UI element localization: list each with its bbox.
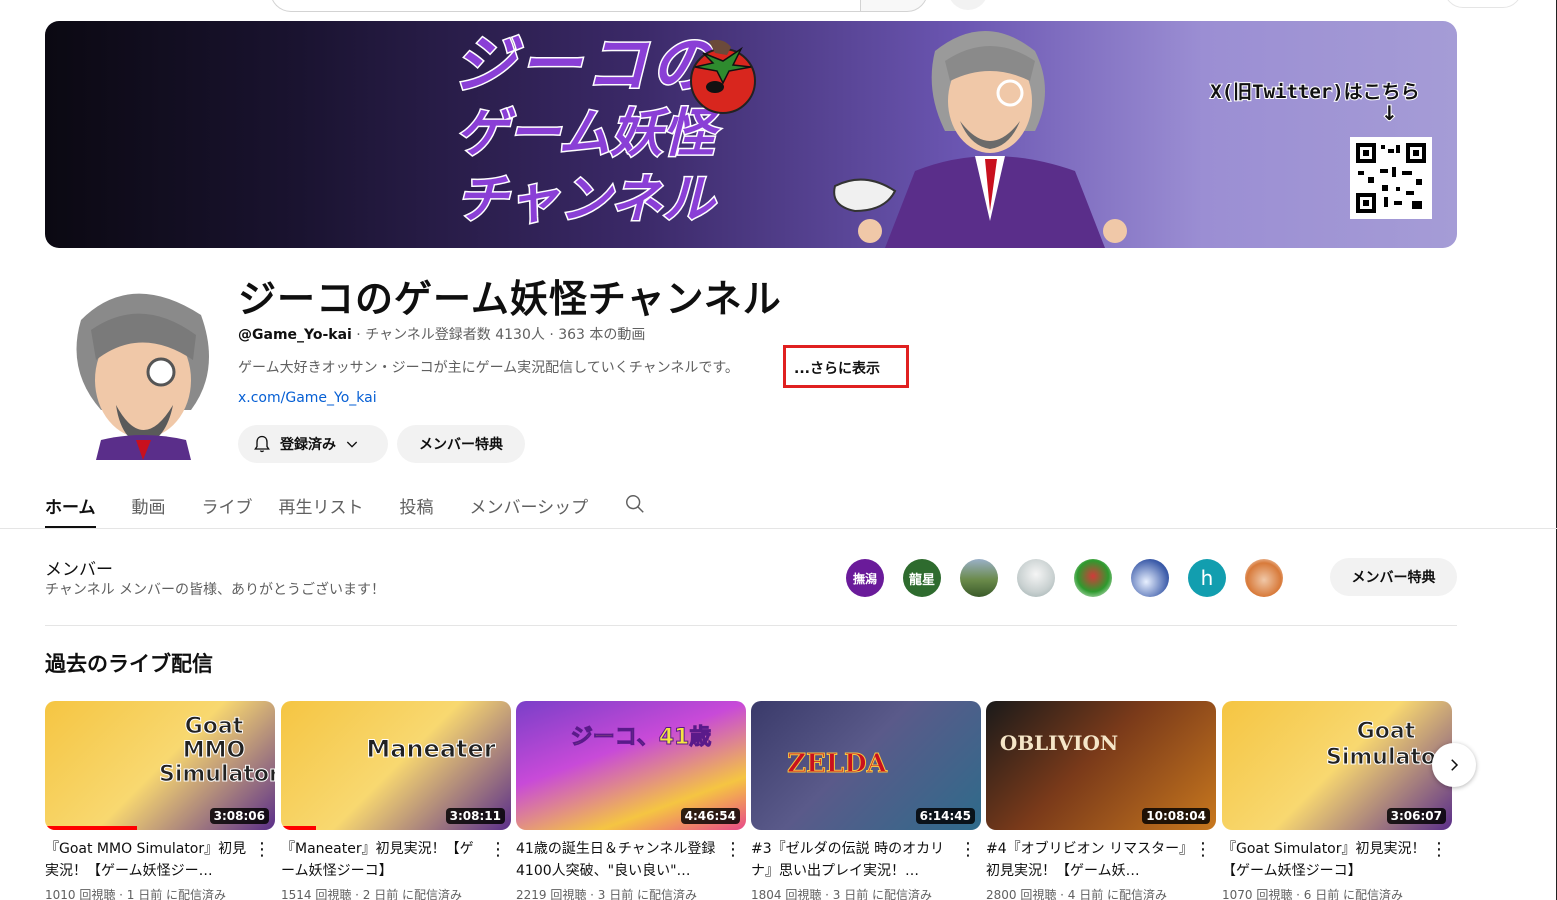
video-thumbnail[interactable]: Maneater 3:08:11 [281, 701, 511, 830]
subscribed-button[interactable]: 登録済み [238, 425, 388, 463]
more-options-icon[interactable]: ⋮ [1194, 839, 1212, 860]
thumbnail-text: ZELDA [787, 749, 888, 780]
members-subtitle: チャンネル メンバーの皆様、ありがとうございます！ [45, 582, 386, 598]
video-meta: 2219 回視聴 · 3 日前 に配信済み [516, 888, 698, 900]
thumbnail-text: Maneater [366, 735, 496, 764]
video-thumbnail[interactable]: Goat MMO Simulator 3:08:06 [45, 701, 275, 830]
video-meta: 1804 回視聴 · 3 日前 に配信済み [751, 888, 933, 900]
chevron-right-icon [1451, 759, 1459, 771]
shelf-next-button[interactable] [1432, 743, 1476, 787]
video-duration: 3:06:07 [1386, 808, 1446, 824]
search-input[interactable] [270, 0, 860, 12]
members-title: メンバー [45, 560, 113, 580]
video-duration: 6:14:45 [915, 808, 975, 824]
member-avatar[interactable] [1131, 559, 1169, 597]
member-avatar[interactable] [1017, 559, 1055, 597]
video-card[interactable]: ジーコ、41歳 4:46:54 41歳の誕生日＆チャンネル登録4100人突破、"… [516, 701, 746, 900]
members-perks-button[interactable]: メンバー特典 [1330, 558, 1457, 596]
video-title[interactable]: #4『オブリビオン リマスター』初見実況！【ゲーム妖… [986, 838, 1191, 882]
video-title[interactable]: 『Goat MMO Simulator』初見実況！【ゲーム妖怪ジー… [45, 838, 250, 882]
channel-name: ジーコのゲーム妖怪チャンネル [238, 277, 782, 321]
more-options-icon[interactable]: ⋮ [959, 839, 977, 860]
banner-title-line3: チャンネル [454, 169, 715, 232]
tab-live[interactable]: ライブ [202, 485, 253, 529]
video-card[interactable]: Goat MMO Simulator 3:08:06 『Goat MMO Sim… [45, 701, 275, 900]
member-avatars: 撫潟 龍星 h [846, 559, 1302, 597]
banner-twitter-note: X(旧Twitter)はこちら [1209, 80, 1420, 104]
video-title[interactable]: #3『ゼルダの伝説 時のオカリナ』思い出プレイ実況！… [751, 838, 956, 882]
chevron-down-icon [346, 441, 358, 448]
video-meta: 1514 回視聴 · 2 日前 に配信済み [281, 888, 463, 900]
thumbnail-text: Goat MMO Simulator [159, 714, 276, 787]
video-card[interactable]: Goat Simulator 3:06:07 『Goat Simulator』初… [1222, 701, 1452, 900]
watch-progress-bar [281, 826, 316, 830]
tab-videos[interactable]: 動画 [132, 485, 166, 529]
more-options-icon[interactable]: ⋮ [253, 839, 271, 860]
video-thumbnail[interactable]: ジーコ、41歳 4:46:54 [516, 701, 746, 830]
more-options-icon[interactable]: ⋮ [1430, 839, 1448, 860]
tomato-mascot-icon [690, 39, 756, 114]
video-card[interactable]: Maneater 3:08:11 『Maneater』初見実況！【ゲーム妖怪ジー… [281, 701, 511, 900]
bell-icon [254, 435, 270, 453]
past-lives-title: 過去のライブ配信 [45, 652, 213, 676]
section-divider [45, 625, 1457, 626]
member-avatar[interactable] [960, 559, 998, 597]
video-card[interactable]: ZELDA 6:14:45 #3『ゼルダの伝説 時のオカリナ』思い出プレイ実況！… [751, 701, 981, 900]
account-button[interactable] [1444, 0, 1522, 8]
video-thumbnail[interactable]: Goat Simulator 3:06:07 [1222, 701, 1452, 830]
video-title[interactable]: 『Maneater』初見実況！【ゲーム妖怪ジーコ】 [281, 838, 486, 882]
tab-playlists[interactable]: 再生リスト [279, 485, 364, 529]
video-thumbnail[interactable]: ZELDA 6:14:45 [751, 701, 981, 830]
channel-tabs: ホーム 動画 ライブ 再生リスト 投稿 メンバーシップ [45, 485, 646, 529]
channel-avatar[interactable] [61, 280, 221, 460]
channel-handle[interactable]: @Game_Yo-kai [238, 327, 352, 343]
video-title[interactable]: 41歳の誕生日＆チャンネル登録4100人突破、"良い良い"… [516, 838, 721, 882]
watch-progress-bar [45, 826, 137, 830]
member-avatar[interactable]: 撫潟 [846, 559, 884, 597]
video-duration: 3:08:11 [445, 808, 505, 824]
show-more-button[interactable]: ...さらに表示 [783, 345, 909, 388]
top-bar [0, 0, 1557, 14]
channel-stats: · チャンネル登録者数 4130人 · 363 本の動画 [351, 327, 646, 343]
search-button[interactable] [860, 0, 928, 12]
mascot-character-illustration [833, 31, 1127, 248]
video-meta: 1070 回視聴 · 6 日前 に配信済み [1222, 888, 1404, 900]
video-meta: 2800 回視聴 · 4 日前 に配信済み [986, 888, 1168, 900]
tab-membership[interactable]: メンバーシップ [470, 485, 589, 529]
member-avatar[interactable] [1074, 559, 1112, 597]
tab-posts[interactable]: 投稿 [400, 485, 434, 529]
channel-description[interactable]: ゲーム大好きオッサン・ジーコが主にゲーム実況配信していくチャンネルです。 [238, 357, 739, 377]
more-options-icon[interactable]: ⋮ [724, 839, 742, 860]
video-duration: 10:08:04 [1142, 808, 1210, 824]
thumbnail-text: Goat Simulator [1326, 719, 1448, 771]
member-avatar[interactable]: h [1188, 559, 1226, 597]
member-avatar[interactable]: 龍星 [903, 559, 941, 597]
video-thumbnail[interactable]: OBLIVION 10:08:04 [986, 701, 1216, 830]
video-meta: 1010 回視聴 · 1 日前 に配信済み [45, 888, 227, 900]
member-avatar[interactable] [1245, 559, 1283, 597]
thumbnail-text: OBLIVION [999, 731, 1119, 755]
video-duration: 4:46:54 [680, 808, 740, 824]
qr-code-icon [1350, 137, 1432, 219]
more-options-icon[interactable]: ⋮ [489, 839, 507, 860]
member-perks-button[interactable]: メンバー特典 [397, 425, 525, 463]
tab-search-icon[interactable] [624, 493, 646, 515]
voice-search-button[interactable] [948, 0, 988, 10]
channel-link[interactable]: x.com/Game_Yo_kai [238, 390, 377, 406]
channel-meta: @Game_Yo-kai · チャンネル登録者数 4130人 · 363 本の動… [238, 324, 645, 344]
video-duration: 3:08:06 [209, 808, 269, 824]
past-lives-shelf: Goat MMO Simulator 3:08:06 『Goat MMO Sim… [45, 701, 1457, 900]
banner-arrow: ↓ [1380, 100, 1399, 126]
thumbnail-text: ジーコ、41歳 [570, 725, 712, 751]
channel-banner: ジーコの ゲーム妖怪 チャンネル X(旧Twitter)はこちら ↓ [45, 21, 1457, 248]
tab-home[interactable]: ホーム [45, 485, 96, 529]
video-card[interactable]: OBLIVION 10:08:04 #4『オブリビオン リマスター』初見実況！【… [986, 701, 1216, 900]
video-title[interactable]: 『Goat Simulator』初見実況！【ゲーム妖怪ジーコ】 [1222, 838, 1427, 882]
tabs-divider [0, 528, 1557, 529]
subscribed-label: 登録済み [280, 437, 336, 453]
